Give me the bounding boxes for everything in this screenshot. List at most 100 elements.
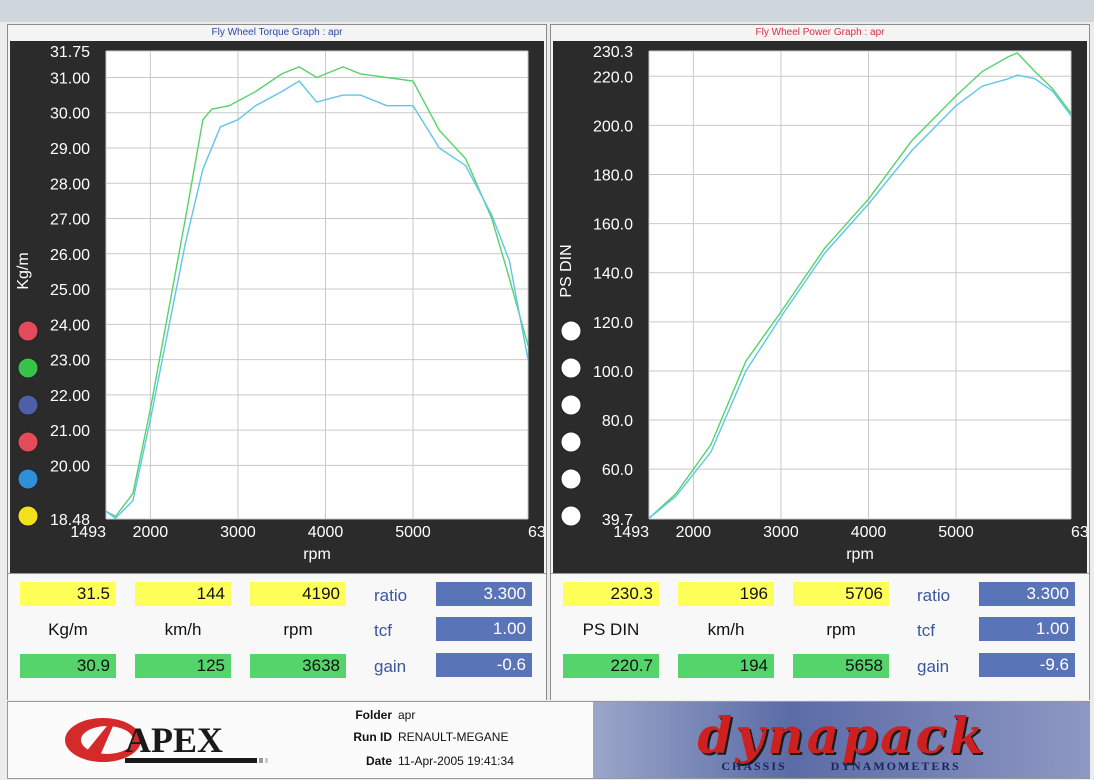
rpm-compare-value: 3638 bbox=[250, 654, 346, 678]
date-row: Date 11-Apr-2005 19:41:34 bbox=[348, 754, 514, 768]
torque-y-tick-label: 21.00 bbox=[50, 423, 90, 440]
power-y-tick-label: 60.0 bbox=[602, 462, 633, 479]
torque-x-tick-label: 2000 bbox=[133, 524, 169, 541]
power-y-tick-label: 39.7 bbox=[602, 512, 633, 529]
torque-y-tick-label: 24.00 bbox=[50, 317, 90, 334]
power-x-tick-label: 2000 bbox=[676, 524, 712, 541]
tcf-value[interactable]: 1.00 bbox=[979, 617, 1075, 641]
ratio-label: ratio bbox=[374, 586, 408, 605]
dynapack-sub2: DYNAMOMETERS bbox=[830, 759, 961, 773]
power-legend-circle bbox=[560, 394, 582, 416]
torque-legend-circle bbox=[17, 357, 39, 379]
power-y-tick-label: 220.0 bbox=[593, 69, 633, 86]
tcf-label: tcf bbox=[917, 621, 935, 640]
unit-rpm: rpm bbox=[826, 620, 856, 639]
torque-legend-circle bbox=[17, 320, 39, 342]
folder-label: Folder bbox=[355, 708, 392, 722]
rpm-at-max-power: 5706 bbox=[793, 582, 889, 606]
date-value: 11-Apr-2005 19:41:34 bbox=[398, 754, 514, 768]
power-legend-circle bbox=[560, 468, 582, 490]
rpm-at-max-torque: 4190 bbox=[250, 582, 346, 606]
power-legend-circle bbox=[560, 505, 582, 527]
torque-legend-circle bbox=[17, 431, 39, 453]
torque-plot-background bbox=[106, 51, 528, 519]
torque-y-tick-label: 31.75 bbox=[50, 44, 90, 61]
unit-ps-din: PS DIN bbox=[582, 620, 640, 639]
ratio-value[interactable]: 3.300 bbox=[436, 582, 532, 606]
ratio-label: ratio bbox=[917, 586, 951, 605]
torque-y-axis-label: Kg/m bbox=[15, 252, 32, 289]
unit-rpm: rpm bbox=[283, 620, 313, 639]
unit-kgm: Kg/m bbox=[48, 620, 88, 639]
gain-value[interactable]: -9.6 bbox=[979, 653, 1075, 677]
power-y-tick-label: 230.3 bbox=[593, 44, 633, 61]
top-strip bbox=[0, 0, 1094, 22]
tcf-value[interactable]: 1.00 bbox=[436, 617, 532, 641]
power-readout: 230.3 196 5706 PS DIN km/h rpm 220.7 194… bbox=[551, 573, 1089, 700]
runid-row: Run ID RENAULT-MEGANE bbox=[348, 730, 508, 744]
speed-compare-value: 194 bbox=[678, 654, 774, 678]
torque-y-tick-label: 28.00 bbox=[50, 176, 90, 193]
power-x-tick-label: 5000 bbox=[938, 524, 974, 541]
power-y-tick-label: 120.0 bbox=[593, 315, 633, 332]
torque-y-tick-label: 31.00 bbox=[50, 70, 90, 87]
power-y-tick-label: 160.0 bbox=[593, 217, 633, 234]
power-compare-value: 220.7 bbox=[563, 654, 659, 678]
torque-x-axis-label: rpm bbox=[303, 546, 331, 563]
torque-y-tick-label: 18.48 bbox=[50, 512, 90, 529]
power-y-axis-label: PS DIN bbox=[558, 244, 575, 297]
torque-y-tick-label: 26.00 bbox=[50, 247, 90, 264]
unit-kmh: km/h bbox=[707, 620, 745, 639]
gain-label: gain bbox=[917, 657, 950, 676]
apex-logo: APEX bbox=[65, 718, 268, 763]
torque-legend-circle bbox=[17, 394, 39, 416]
power-x-tick-label: 3000 bbox=[763, 524, 799, 541]
torque-y-tick-label: 29.00 bbox=[50, 141, 90, 158]
dynapack-wordmark: dynapack bbox=[697, 706, 987, 765]
torque-readout: 31.5 144 4190 Kg/m km/h rpm 30.9 125 363… bbox=[8, 573, 546, 700]
power-y-tick-label: 200.0 bbox=[593, 118, 633, 135]
power-x-tick-label: 6313 bbox=[1071, 524, 1087, 541]
power-legend-circle bbox=[560, 357, 582, 379]
torque-x-tick-label: 6313 bbox=[528, 524, 544, 541]
torque-y-tick-label: 20.00 bbox=[50, 458, 90, 475]
torque-x-tick-label: 4000 bbox=[308, 524, 344, 541]
power-max-value: 230.3 bbox=[563, 582, 659, 606]
power-legend-circle bbox=[560, 431, 582, 453]
dynapack-sub1: CHASSIS bbox=[721, 759, 787, 773]
torque-graph-title: Fly Wheel Torque Graph : apr bbox=[211, 27, 343, 38]
torque-y-tick-label: 23.00 bbox=[50, 353, 90, 370]
dynapack-tagline: CHASSIS DYNAMOMETERS bbox=[593, 759, 1089, 774]
torque-panel: Fly Wheel Torque Graph : apr 1493 2000 300… bbox=[7, 24, 547, 700]
speed-compare-value: 125 bbox=[135, 654, 231, 678]
gain-label: gain bbox=[374, 657, 407, 676]
torque-graph-area: 14932000300040005000631331.7531.0030.002… bbox=[10, 41, 544, 589]
speed-at-max-torque: 144 bbox=[135, 582, 231, 606]
gain-value[interactable]: -0.6 bbox=[436, 653, 532, 677]
power-y-tick-label: 180.0 bbox=[593, 168, 633, 185]
power-y-tick-label: 140.0 bbox=[593, 266, 633, 283]
power-legend-circle bbox=[560, 320, 582, 342]
torque-legend-circle bbox=[17, 505, 39, 527]
power-x-axis-label: rpm bbox=[846, 546, 874, 563]
torque-chart: 14932000300040005000631331.7531.0030.002… bbox=[15, 44, 544, 563]
apex-wordmark: APEX bbox=[125, 720, 223, 760]
torque-max-value: 31.5 bbox=[20, 582, 116, 606]
torque-y-tick-label: 22.00 bbox=[50, 388, 90, 405]
tcf-label: tcf bbox=[374, 621, 392, 640]
torque-x-tick-label: 5000 bbox=[395, 524, 431, 541]
power-graph-title: Fly Wheel Power Graph : apr bbox=[755, 27, 885, 38]
speed-at-max-power: 196 bbox=[678, 582, 774, 606]
power-graph-area: 149320003000400050006313230.3220.0200.01… bbox=[553, 41, 1087, 589]
power-chart: 149320003000400050006313230.3220.0200.01… bbox=[558, 44, 1087, 563]
rpm-compare-value: 5658 bbox=[793, 654, 889, 678]
power-panel: Fly Wheel Power Graph : apr 1493 2000 3000… bbox=[550, 24, 1090, 700]
power-x-tick-label: 4000 bbox=[851, 524, 887, 541]
ratio-value[interactable]: 3.300 bbox=[979, 582, 1075, 606]
folder-value: apr bbox=[398, 708, 416, 722]
torque-y-tick-label: 27.00 bbox=[50, 212, 90, 229]
runid-label: Run ID bbox=[353, 730, 392, 744]
folder-row: Folder apr bbox=[348, 708, 415, 722]
runid-value: RENAULT-MEGANE bbox=[398, 730, 509, 744]
torque-y-tick-label: 30.00 bbox=[50, 106, 90, 123]
